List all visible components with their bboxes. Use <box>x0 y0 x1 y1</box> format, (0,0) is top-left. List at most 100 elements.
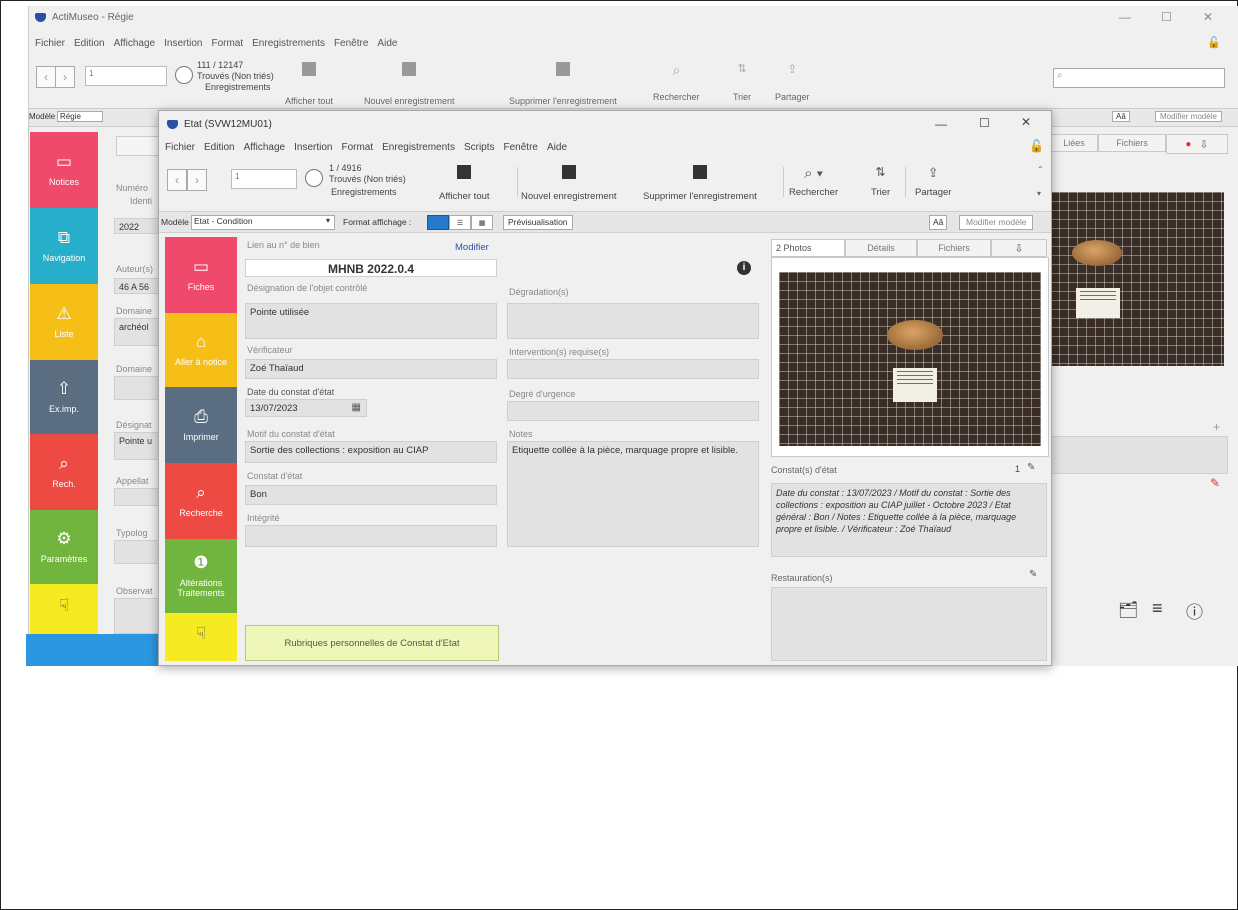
front-menu-affichage[interactable]: Affichage <box>244 142 286 153</box>
front-maximize-icon[interactable]: ☐ <box>979 116 990 130</box>
bg-menu-insertion[interactable]: Insertion <box>164 38 202 49</box>
bg-tab-fichiers[interactable]: Fichiers <box>1098 134 1166 152</box>
bg-minimize-icon[interactable]: — <box>1119 10 1131 24</box>
bg-field-domaine[interactable]: archéol <box>114 318 160 346</box>
bg-side-last[interactable]: ☟ <box>30 584 98 634</box>
tab-photos[interactable]: 2 Photos <box>771 239 845 257</box>
bg-record-slider[interactable]: 1 <box>85 66 167 86</box>
front-menu-insertion[interactable]: Insertion <box>294 142 332 153</box>
bg-menu-fenetre[interactable]: Fenêtre <box>334 38 368 49</box>
front-search-button[interactable]: ⌕ ▾ Rechercher <box>789 165 838 198</box>
bg-add-restauration-icon[interactable]: + <box>1213 420 1220 434</box>
front-new-record-button[interactable]: Nouvel enregistrement <box>521 165 617 202</box>
bg-sort-button[interactable]: ⇅ Trier <box>733 62 751 102</box>
urgence-field[interactable] <box>507 401 759 421</box>
bg-maximize-icon[interactable]: ☐ <box>1161 10 1172 24</box>
bg-field-domaine-2[interactable] <box>114 376 160 400</box>
front-aa-button[interactable]: Aâ <box>929 215 948 230</box>
notes-field[interactable]: Etiquette collée à la pièce, marquage pr… <box>507 441 759 547</box>
front-side-alterations[interactable]: ❶ Altérations Traitements <box>165 539 237 613</box>
front-lock-icon[interactable]: 🔓 <box>1029 139 1044 153</box>
bg-model-select[interactable]: Régie <box>57 111 103 122</box>
motif-field[interactable]: Sortie des collections : exposition au C… <box>245 441 497 463</box>
bg-share-button[interactable]: ⇪ Partager <box>775 62 810 102</box>
front-next-record-button[interactable]: › <box>187 169 207 191</box>
bg-side-notices[interactable]: ▭ Notices <box>30 132 98 208</box>
bg-field-auteurs[interactable]: 46 A 56 <box>114 278 160 294</box>
bg-side-rech[interactable]: ⌕ Rech. <box>30 434 98 510</box>
bg-restauration-field[interactable] <box>1050 436 1228 474</box>
front-record-slider[interactable]: 1 <box>231 169 297 189</box>
front-menu-enregistrements[interactable]: Enregistrements <box>382 142 455 153</box>
front-menu-edition[interactable]: Edition <box>204 142 235 153</box>
bg-next-record-button[interactable]: › <box>55 66 75 88</box>
front-toolbar-collapse-icon[interactable]: ▾ <box>1037 189 1041 198</box>
bg-search-button[interactable]: ⌕ Rechercher <box>653 62 700 102</box>
bg-close-icon[interactable]: ✕ <box>1203 10 1213 24</box>
bg-download-icon[interactable]: ⇩ <box>1199 138 1208 151</box>
front-side-fiches[interactable]: ▭ Fiches <box>165 237 237 313</box>
bg-side-eximp[interactable]: ⇧ Ex.imp. <box>30 360 98 434</box>
front-prev-record-button[interactable]: ‹ <box>167 169 187 191</box>
bg-side-navigation[interactable]: ⧉ Navigation <box>30 208 98 284</box>
info-icon[interactable]: i <box>737 261 751 275</box>
bg-new-record-button[interactable]: Nouvel enregistrement <box>364 62 455 106</box>
front-menu-aide[interactable]: Aide <box>547 142 567 153</box>
front-side-last[interactable]: ☟ <box>165 613 237 661</box>
front-side-imprimer[interactable]: ⎙ Imprimer <box>165 387 237 463</box>
bg-field-designation[interactable]: Pointe u <box>114 432 160 460</box>
integrite-field[interactable] <box>245 525 497 547</box>
front-minimize-icon[interactable]: — <box>935 117 947 131</box>
modifier-link[interactable]: Modifier <box>455 242 489 253</box>
bg-menu-fichier[interactable]: Fichier <box>35 38 65 49</box>
bg-show-all-button[interactable]: Afficher tout <box>285 62 333 106</box>
front-menu-fichier[interactable]: Fichier <box>165 142 195 153</box>
front-show-all-button[interactable]: Afficher tout <box>439 165 490 202</box>
bg-quick-search-input[interactable]: ⌕ <box>1053 68 1225 88</box>
front-sort-button[interactable]: ⇅ Trier <box>871 165 890 198</box>
front-menu-fenetre[interactable]: Fenêtre <box>504 142 538 153</box>
bg-tab-liees[interactable]: Liées <box>1050 134 1098 152</box>
object-photo[interactable] <box>779 272 1041 446</box>
bg-info-icon[interactable]: ⓘ <box>1186 598 1203 623</box>
tab-fichiers[interactable]: Fichiers <box>917 239 991 257</box>
bg-side-liste[interactable]: ⚠ Liste <box>30 284 98 360</box>
bg-field-observations[interactable] <box>114 598 160 634</box>
form-view-icon[interactable] <box>427 215 449 230</box>
constat-field[interactable]: Bon <box>245 485 497 505</box>
designation-field[interactable]: Pointe utilisée <box>245 303 497 339</box>
bg-aa-button[interactable]: Aâ <box>1112 111 1130 122</box>
front-menu-format[interactable]: Format <box>341 142 373 153</box>
bg-field-typologie[interactable] <box>114 540 160 564</box>
restaurations-field[interactable] <box>771 587 1047 661</box>
verificateur-field[interactable]: Zoé Thaïaud <box>245 359 497 379</box>
bg-add-dot-icon[interactable]: ● <box>1185 139 1191 150</box>
bg-side-params[interactable]: ⚙ Paramètres <box>30 510 98 584</box>
restaurations-edit-icon[interactable]: ✎ <box>1029 569 1037 580</box>
intervention-field[interactable] <box>507 359 759 379</box>
front-modify-model-button[interactable]: Modifier modèle <box>959 215 1034 230</box>
date-field[interactable]: 13/07/2023 ▦ <box>245 399 367 417</box>
calendar-picker-icon[interactable]: ▦ <box>352 402 361 413</box>
bg-folder-icon[interactable]: 🗂 <box>1118 600 1138 620</box>
bg-lock-icon[interactable]: 🔓 <box>1207 36 1221 49</box>
constats-list[interactable]: Date du constat : 13/07/2023 / Motif du … <box>771 483 1047 557</box>
front-preview-button[interactable]: Prévisualisation <box>503 215 573 230</box>
front-side-recherche[interactable]: ⌕ Recherche <box>165 463 237 539</box>
bg-prev-record-button[interactable]: ‹ <box>36 66 56 88</box>
bg-delete-record-button[interactable]: Supprimer l'enregistrement <box>509 62 617 106</box>
bg-menu-aide[interactable]: Aide <box>377 38 397 49</box>
front-share-button[interactable]: ⇪ Partager <box>915 165 951 198</box>
degradation-field[interactable] <box>507 303 759 339</box>
front-side-aller[interactable]: ⌂ Aller à notice <box>165 313 237 387</box>
bg-menu-icon[interactable]: ≡ <box>1152 598 1163 619</box>
front-toolbar-expand-icon[interactable]: ⌃ <box>1037 165 1044 174</box>
bg-menu-edition[interactable]: Edition <box>74 38 105 49</box>
table-view-icon[interactable]: ▦ <box>471 215 493 230</box>
front-close-icon[interactable]: ✕ <box>1021 115 1031 129</box>
inventory-number[interactable]: MHNB 2022.0.4 <box>245 259 497 277</box>
rubriques-button[interactable]: Rubriques personnelles de Constat d'Etat <box>245 625 499 661</box>
list-view-icon[interactable]: ☰ <box>449 215 471 230</box>
tab-details[interactable]: Détails <box>845 239 917 257</box>
constats-edit-icon[interactable]: ✎ <box>1027 462 1035 473</box>
